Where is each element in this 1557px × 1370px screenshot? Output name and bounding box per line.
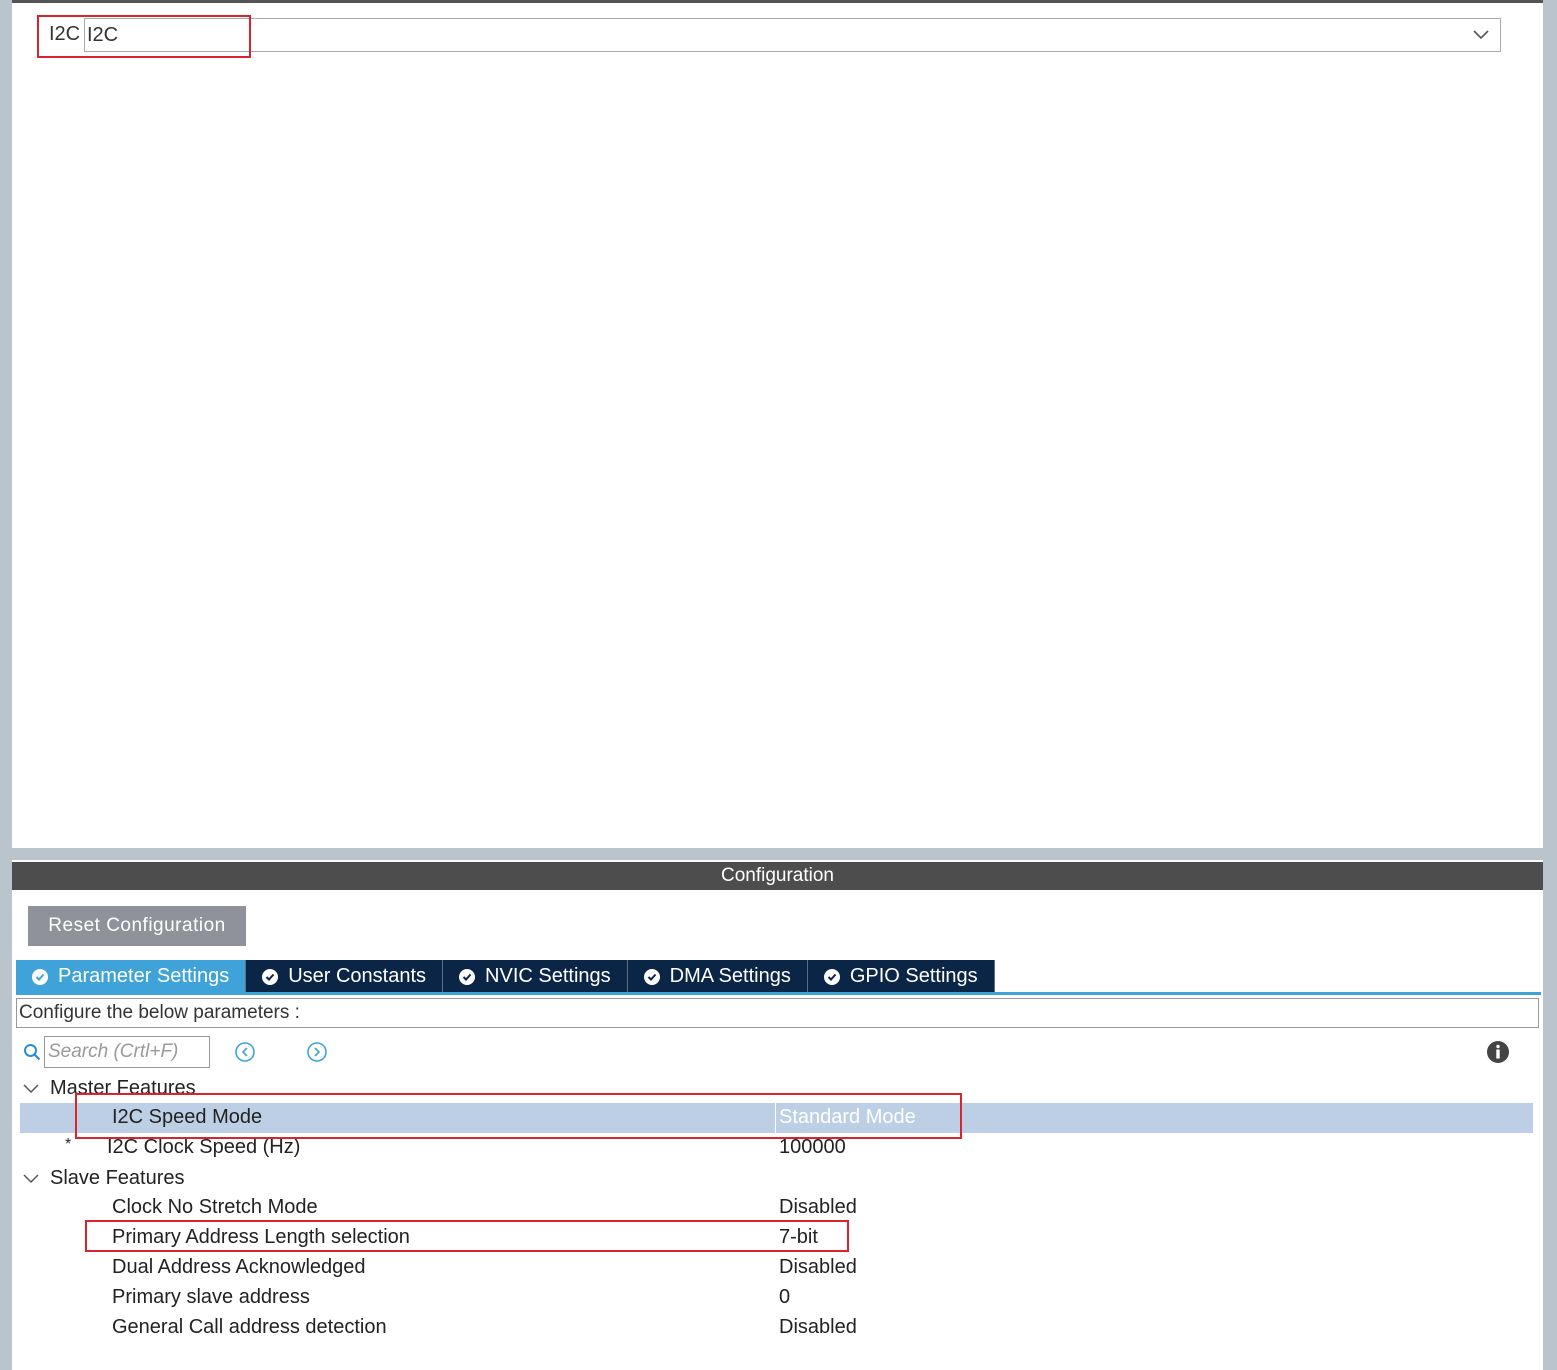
check-circle-icon (32, 968, 48, 985)
tab-underline (16, 992, 1541, 995)
param-name: Primary Address Length selection (112, 1226, 410, 1248)
info-icon[interactable] (1486, 1040, 1510, 1064)
param-value[interactable]: Disabled (779, 1196, 857, 1219)
configuration-header: Configuration (12, 862, 1543, 890)
tab-bar: Parameter Settings User Constants NVIC S… (16, 960, 995, 993)
collapse-chevron-icon (23, 1084, 39, 1094)
collapse-chevron-icon (23, 1174, 39, 1184)
param-name: General Call address detection (112, 1316, 387, 1338)
param-row-primary-address-length[interactable]: Primary Address Length selection 7-bit (20, 1223, 1533, 1253)
parameters-description: Configure the below parameters : (16, 998, 1539, 1028)
param-row-i2c-speed-mode[interactable]: I2C Speed Mode Standard Mode (20, 1103, 1533, 1133)
param-row-i2c-clock-speed[interactable]: * I2C Clock Speed (Hz) 100000 (20, 1133, 1533, 1163)
tab-gpio-settings[interactable]: GPIO Settings (807, 960, 995, 993)
check-circle-icon (262, 968, 279, 985)
tab-user-constants[interactable]: User Constants (246, 960, 444, 993)
tab-parameter-settings[interactable]: Parameter Settings (16, 960, 247, 993)
param-value[interactable]: Disabled (779, 1316, 857, 1339)
mode-label: I2C (49, 23, 81, 45)
search-input[interactable] (44, 1036, 210, 1068)
tab-label: GPIO Settings (849, 965, 978, 987)
check-circle-icon (459, 968, 476, 985)
param-row-clock-no-stretch[interactable]: Clock No Stretch Mode Disabled (20, 1193, 1533, 1223)
tab-label: User Constants (288, 965, 427, 987)
tab-label: Parameter Settings (58, 965, 230, 987)
group-master-features[interactable]: Master Features (22, 1074, 196, 1102)
previous-icon[interactable] (234, 1041, 256, 1063)
param-name: Dual Address Acknowledged (112, 1256, 366, 1278)
tab-label: NVIC Settings (485, 965, 611, 987)
mode-panel (12, 0, 1543, 848)
param-value[interactable]: 7-bit (779, 1226, 818, 1249)
mode-select[interactable]: I2C (84, 18, 1501, 52)
column-separator (775, 1103, 776, 1133)
modified-marker: * (65, 1136, 72, 1153)
mode-select-value: I2C (87, 24, 119, 46)
check-circle-icon (823, 968, 840, 985)
check-circle-icon (643, 968, 660, 985)
search-icon (24, 1044, 41, 1061)
param-name: I2C Clock Speed (Hz) (107, 1136, 301, 1158)
param-value[interactable]: Standard Mode (779, 1106, 916, 1129)
param-name: Clock No Stretch Mode (112, 1196, 318, 1218)
param-row-general-call[interactable]: General Call address detection Disabled (20, 1313, 1533, 1343)
configuration-panel: Configuration Reset Configuration Parame… (12, 860, 1543, 1370)
group-label: Master Features (50, 1076, 196, 1099)
param-row-dual-address[interactable]: Dual Address Acknowledged Disabled (20, 1253, 1533, 1283)
group-label: Slave Features (50, 1166, 185, 1189)
param-value[interactable]: 100000 (779, 1136, 846, 1159)
param-value[interactable]: 0 (779, 1286, 790, 1309)
param-row-primary-slave-address[interactable]: Primary slave address 0 (20, 1283, 1533, 1313)
param-name: I2C Speed Mode (112, 1106, 263, 1128)
param-name: Primary slave address (112, 1286, 310, 1308)
chevron-down-icon (1473, 30, 1489, 40)
tab-label: DMA Settings (669, 965, 791, 987)
param-value[interactable]: Disabled (779, 1256, 857, 1279)
tab-nvic-settings[interactable]: NVIC Settings (443, 960, 628, 993)
next-icon[interactable] (306, 1041, 328, 1063)
group-slave-features[interactable]: Slave Features (22, 1164, 185, 1192)
reset-configuration-button[interactable]: Reset Configuration (28, 906, 246, 946)
tab-dma-settings[interactable]: DMA Settings (627, 960, 808, 993)
